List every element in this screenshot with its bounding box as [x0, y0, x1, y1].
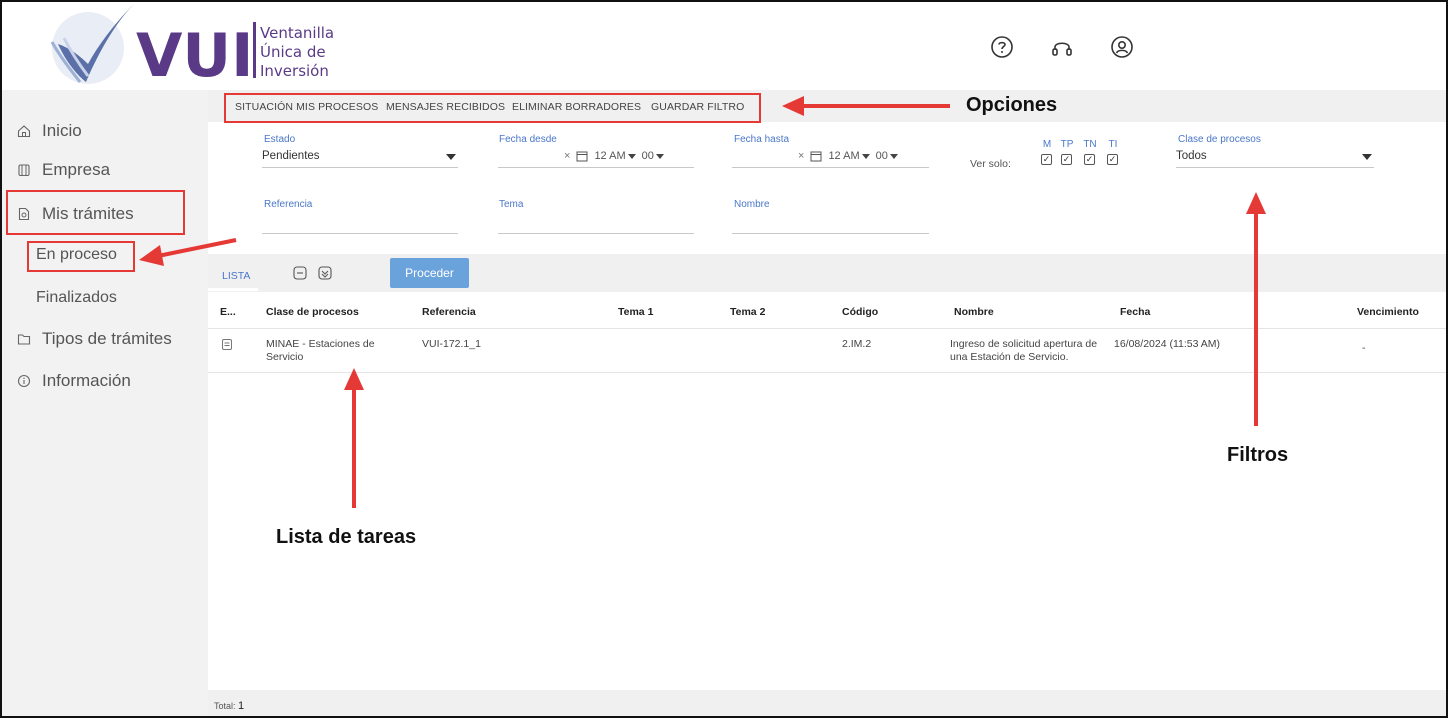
arrowhead-opciones [782, 96, 804, 116]
annotation-arrows [139, 96, 1266, 508]
arrowhead-en-proceso [139, 245, 164, 266]
annotation-label-opciones: Opciones [966, 94, 1058, 116]
arrow-en-proceso [157, 238, 237, 258]
annotation-label-filtros: Filtros [1227, 444, 1289, 466]
annotation-label-lista: Lista de tareas [276, 526, 417, 548]
arrowhead-filtros [1246, 192, 1266, 214]
arrowhead-lista [344, 368, 364, 390]
